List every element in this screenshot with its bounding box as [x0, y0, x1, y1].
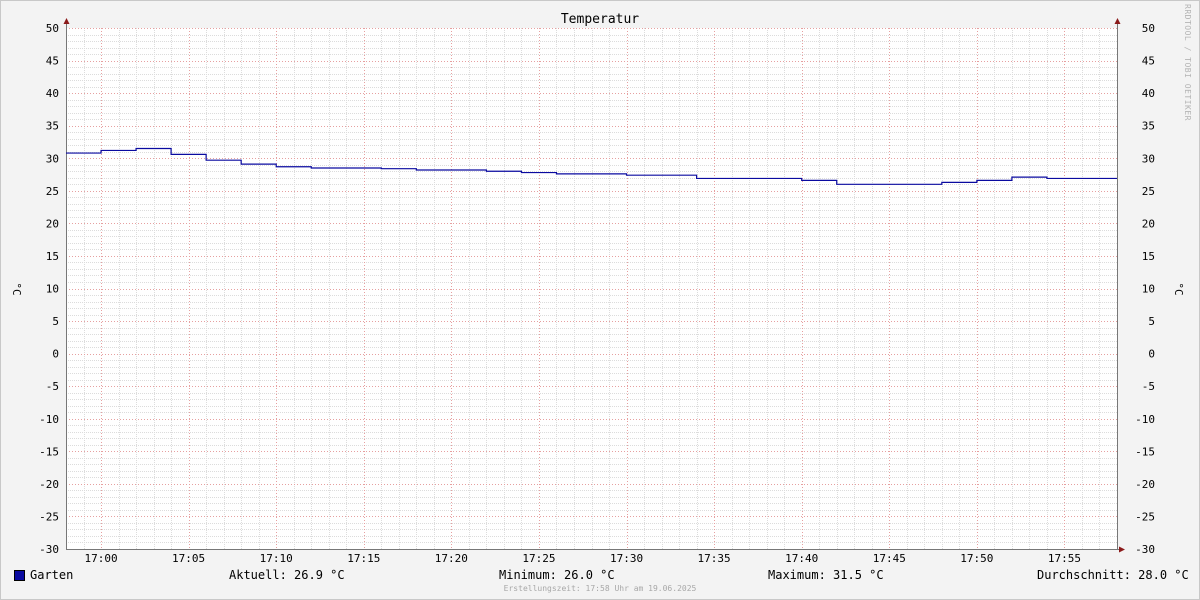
legend-swatch-garten: [14, 570, 25, 581]
y-tick-label-right: 10: [1142, 283, 1155, 296]
x-tick-label: 17:35: [698, 552, 731, 565]
y-tick-label-left: 0: [52, 348, 59, 361]
y-axis-right-arrow: [1114, 18, 1121, 24]
x-tick-label: 17:20: [435, 552, 468, 565]
y-tick-label-right: 40: [1142, 87, 1155, 100]
y-tick-label-right: 0: [1148, 348, 1155, 361]
x-tick-label: 17:00: [84, 552, 117, 565]
y-tick-label-right: 15: [1142, 250, 1155, 263]
y-tick-label-left: 10: [46, 283, 59, 296]
stat-maximum: Maximum: 31.5 °C: [768, 568, 884, 582]
y-tick-label-right: -15: [1135, 445, 1155, 458]
y-tick-label-right: 45: [1142, 55, 1155, 68]
y-tick-label-left: -5: [46, 380, 59, 393]
y-axis-label-right: °C: [1172, 282, 1185, 295]
y-tick-label-right: 35: [1142, 120, 1155, 133]
x-tick-label: 17:15: [347, 552, 380, 565]
y-tick-label-left: 15: [46, 250, 59, 263]
x-axis-arrow: [1119, 546, 1125, 553]
y-tick-label-left: -20: [39, 478, 59, 491]
y-tick-label-left: 45: [46, 55, 59, 68]
x-tick-label: 17:40: [785, 552, 818, 565]
y-tick-label-right: -25: [1135, 510, 1155, 523]
y-tick-label-left: 30: [46, 152, 59, 165]
x-tick-label: 17:55: [1048, 552, 1081, 565]
y-tick-label-left: 20: [46, 217, 59, 230]
y-tick-label-left: -25: [39, 510, 59, 523]
chart-title: Temperatur: [561, 12, 639, 27]
stat-minimum: Minimum: 26.0 °C: [499, 568, 615, 582]
y-axis-left-arrow: [63, 18, 70, 24]
stat-current: Aktuell: 26.9 °C: [229, 568, 345, 582]
y-axis-label-left: °C: [10, 282, 23, 295]
y-tick-label-left: -30: [39, 543, 59, 556]
legend-label-garten: Garten: [30, 568, 74, 582]
x-tick-label: 17:05: [172, 552, 205, 565]
y-tick-label-left: 40: [46, 87, 59, 100]
y-tick-label-left: 35: [46, 120, 59, 133]
y-tick-label-right: 20: [1142, 217, 1155, 230]
y-tick-label-left: -15: [39, 445, 59, 458]
y-tick-label-left: -10: [39, 413, 59, 426]
x-tick-label: 17:10: [260, 552, 293, 565]
y-tick-label-left: 25: [46, 185, 59, 198]
y-tick-label-left: 50: [46, 22, 59, 35]
x-tick-label: 17:50: [960, 552, 993, 565]
stat-average: Durchschnitt: 28.0 °C: [1037, 568, 1189, 582]
y-tick-label-right: -10: [1135, 413, 1155, 426]
y-tick-label-right: 30: [1142, 152, 1155, 165]
y-tick-label-right: -5: [1142, 380, 1155, 393]
y-tick-label-right: 25: [1142, 185, 1155, 198]
y-tick-label-left: 5: [52, 315, 59, 328]
y-tick-label-right: -30: [1135, 543, 1155, 556]
y-tick-label-right: 50: [1142, 22, 1155, 35]
x-tick-label: 17:30: [610, 552, 643, 565]
x-tick-label: 17:45: [873, 552, 906, 565]
y-tick-label-right: -20: [1135, 478, 1155, 491]
y-tick-label-right: 5: [1148, 315, 1155, 328]
creation-time-footer: Erstellungszeit: 17:58 Uhr am 19.06.2025: [503, 584, 697, 593]
watermark: RRDTOOL / TOBI OETIKER: [1183, 4, 1192, 121]
x-tick-label: 17:25: [522, 552, 555, 565]
temperature-chart: 50 5045 4540 4035 3530 3025 2520 2015 1510 105 50 0…: [10, 12, 1185, 565]
